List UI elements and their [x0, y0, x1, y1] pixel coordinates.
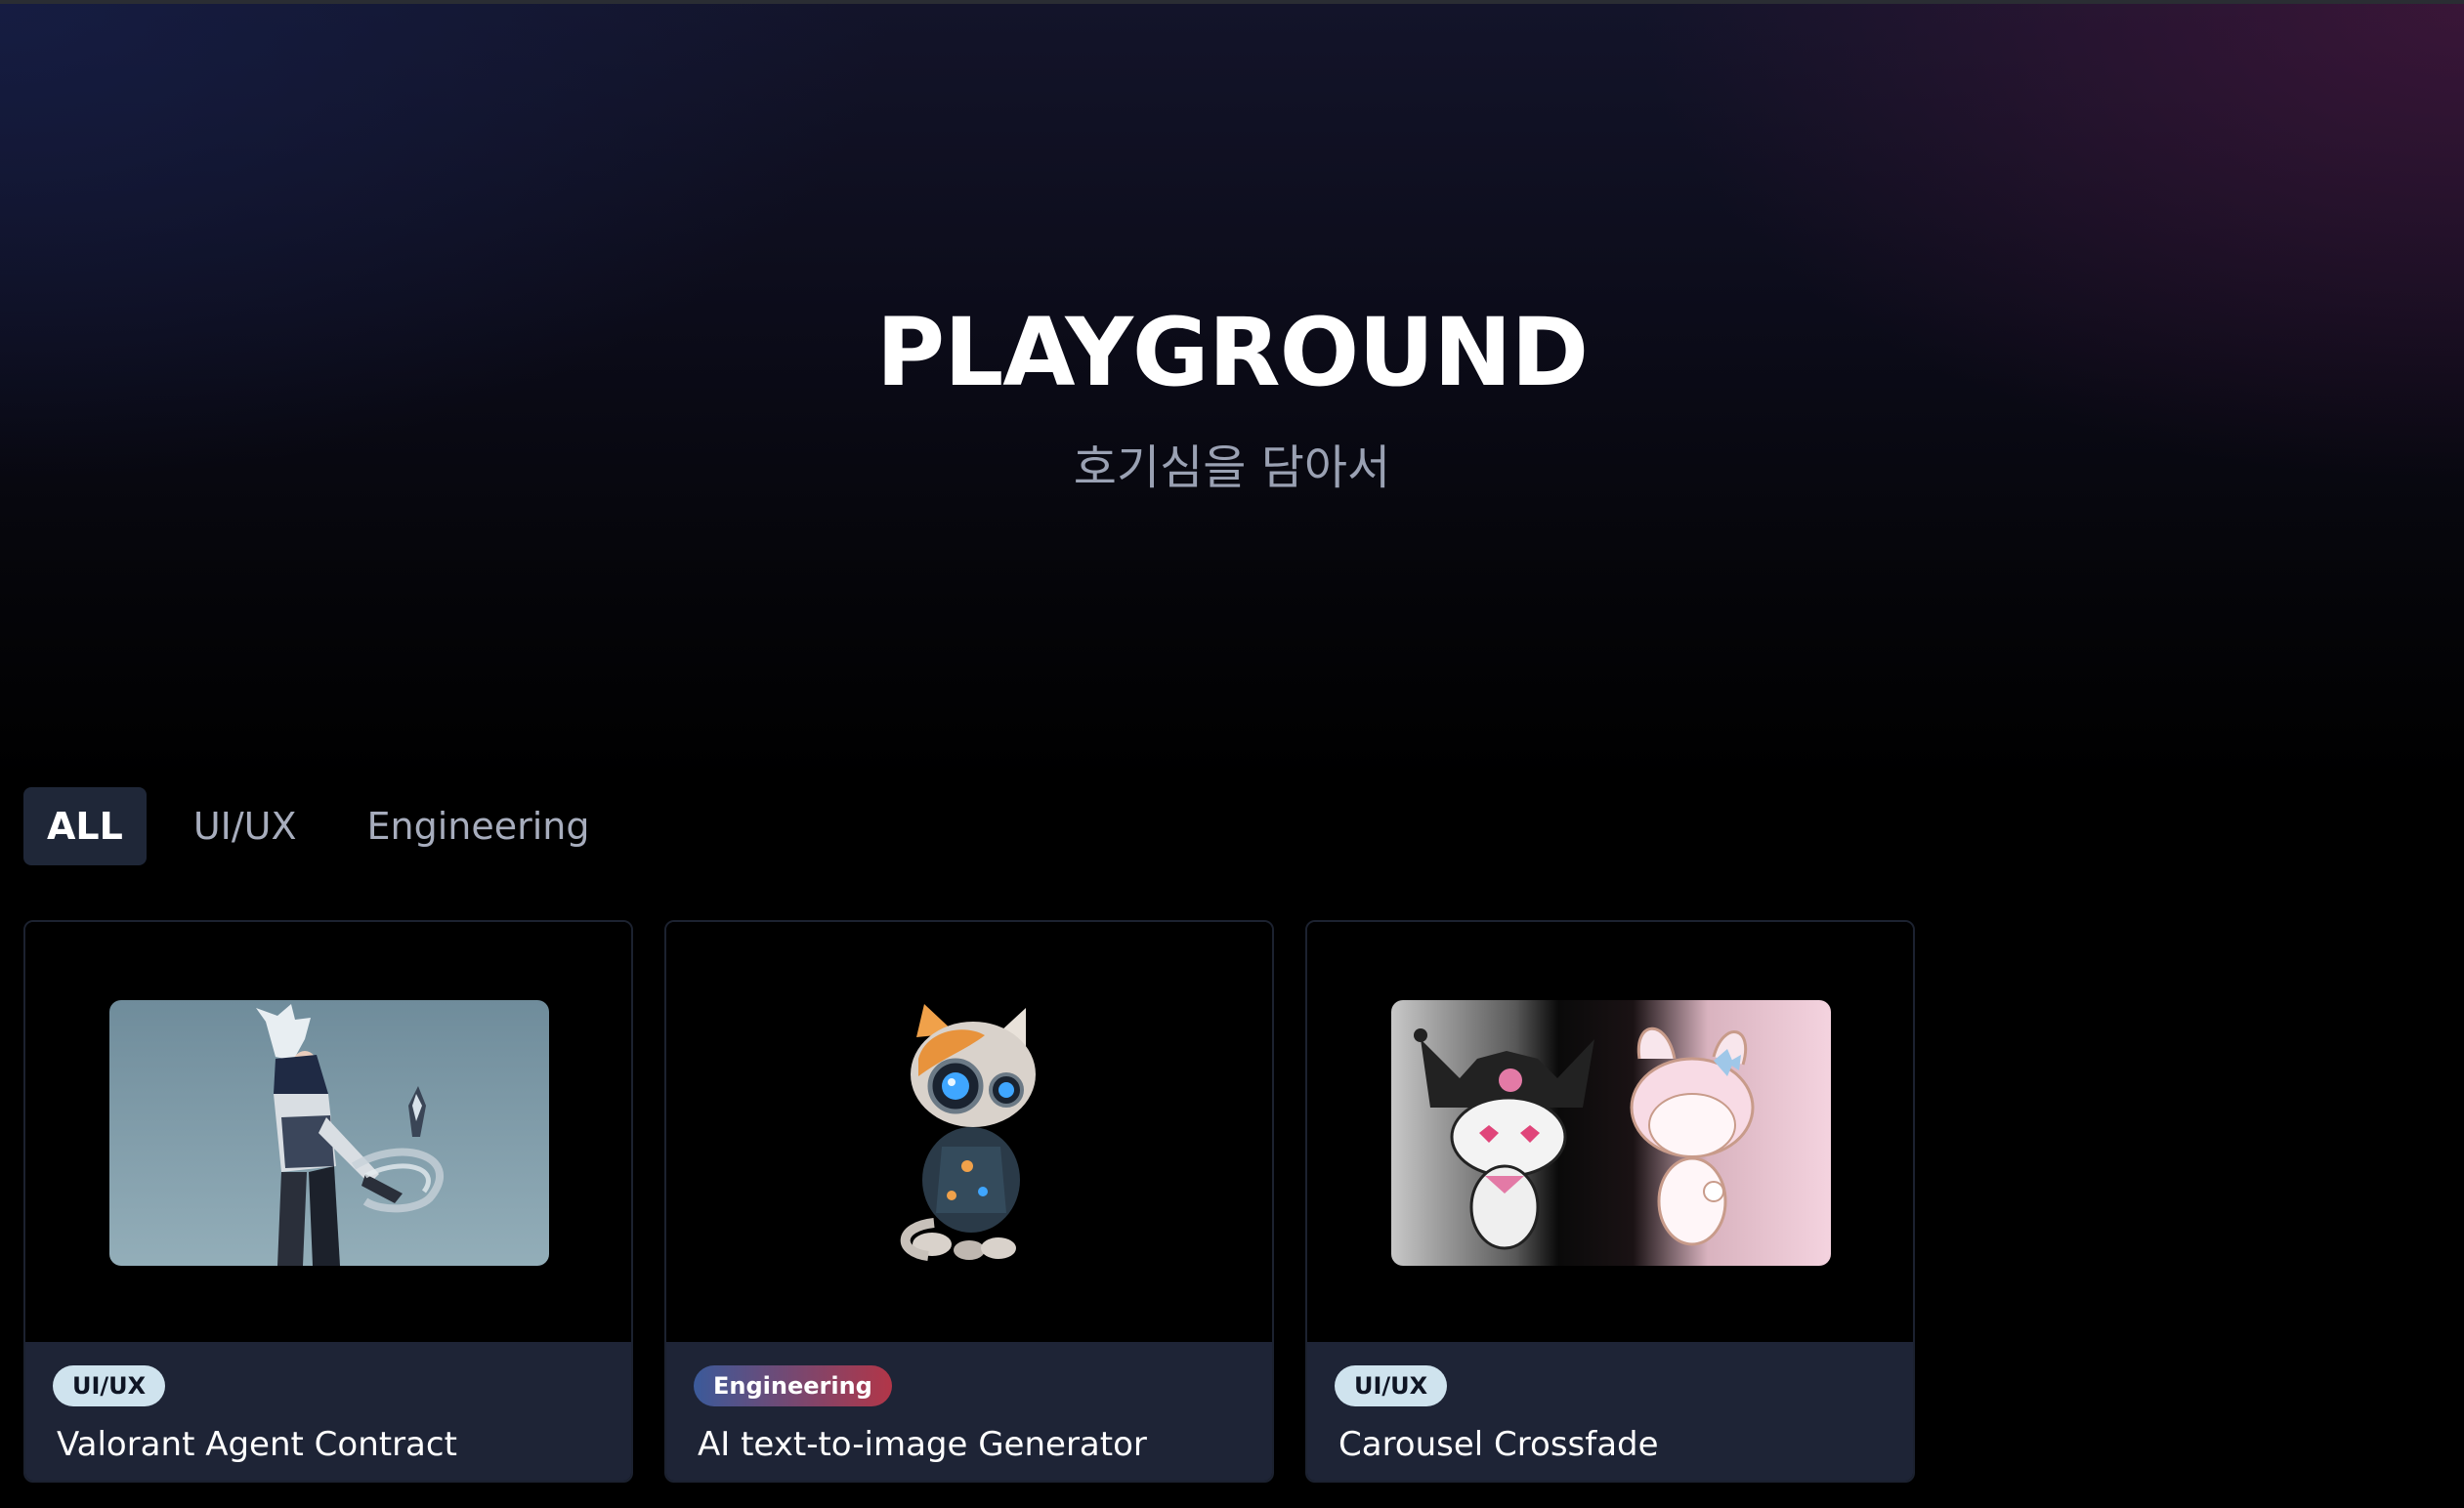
card-title: AI text-to-image Generator: [698, 1425, 1147, 1464]
tab-all[interactable]: ALL: [23, 787, 147, 865]
tab-uiux[interactable]: UI/UX: [170, 787, 320, 865]
page-title: PLAYGROUND: [875, 298, 1589, 407]
project-card-ai-generator[interactable]: Engineering AI text-to-image Generator: [664, 920, 1274, 1483]
page-subtitle: 호기심을 담아서: [1073, 440, 1391, 495]
category-badge: UI/UX: [53, 1365, 166, 1406]
project-card-carousel[interactable]: UI/UX Carousel Crossfade: [1305, 920, 1915, 1483]
project-card-valorant[interactable]: UI/UX Valorant Agent Contract: [23, 920, 633, 1483]
valorant-agent-thumbnail: [109, 1000, 549, 1266]
card-media: [666, 922, 1272, 1342]
tab-engineering[interactable]: Engineering: [344, 787, 614, 865]
card-media: [25, 922, 631, 1342]
project-card-grid: UI/UX Valorant Agent Contract Engineerin…: [23, 920, 1915, 1483]
card-title: Carousel Crossfade: [1338, 1425, 1659, 1464]
card-footer: UI/UX Carousel Crossfade: [1307, 1342, 1913, 1481]
card-media: [1307, 922, 1913, 1342]
category-badge: Engineering: [694, 1365, 892, 1406]
card-footer: UI/UX Valorant Agent Contract: [25, 1342, 631, 1481]
card-title: Valorant Agent Contract: [57, 1425, 457, 1464]
hero-section: PLAYGROUND 호기심을 담아서: [0, 4, 2464, 781]
category-filter-tabs: ALL UI/UX Engineering: [23, 787, 614, 865]
category-badge: UI/UX: [1335, 1365, 1448, 1406]
card-footer: Engineering AI text-to-image Generator: [666, 1342, 1272, 1481]
carousel-crossfade-thumbnail: [1391, 1000, 1831, 1266]
robot-cat-thumbnail: [750, 1000, 1190, 1266]
